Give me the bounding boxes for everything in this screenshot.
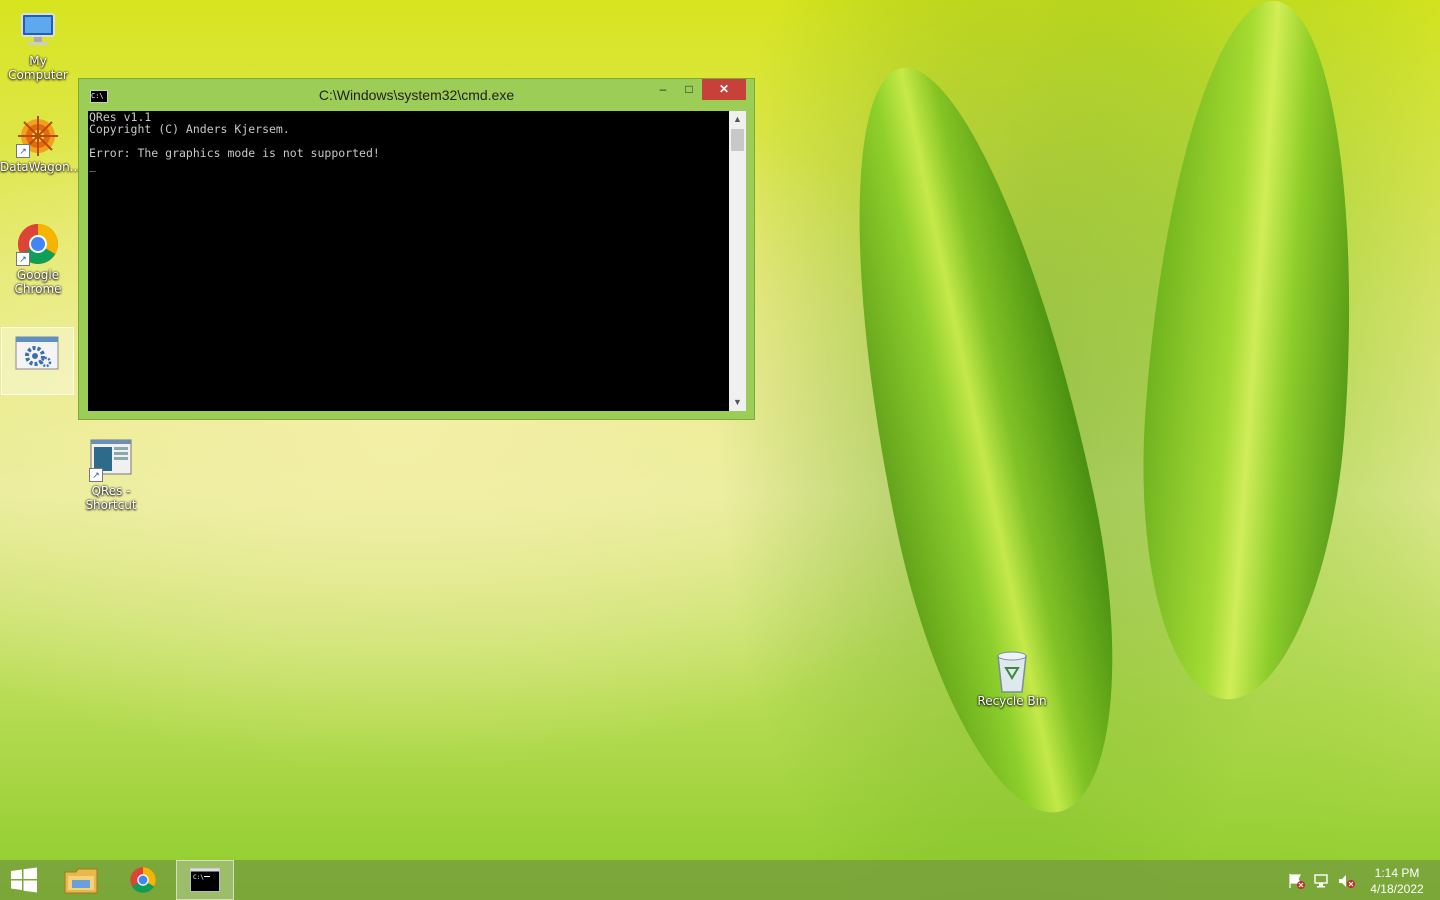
taskbar-cmd[interactable]: C:\ bbox=[176, 860, 234, 900]
scrollbar-thumb[interactable] bbox=[731, 129, 744, 151]
console-output[interactable]: QRes v1.1 Copyright (C) Anders Kjersem. … bbox=[88, 111, 729, 411]
windows-logo-icon bbox=[11, 867, 37, 893]
desktop-icon-my-computer[interactable]: My Computer bbox=[0, 8, 76, 82]
wallpaper-leaf-right bbox=[1125, 0, 1375, 707]
recycle-bin-icon bbox=[990, 648, 1034, 693]
desktop-icon-google-chrome[interactable]: ↗ Google Chrome bbox=[0, 222, 76, 296]
cmd-window[interactable]: C:\ C:\Windows\system32\cmd.exe – □ ✕ QR… bbox=[78, 78, 755, 420]
chrome-icon bbox=[130, 867, 156, 893]
volume-muted-icon bbox=[1339, 875, 1355, 888]
selected-desktop-icon[interactable] bbox=[1, 327, 74, 395]
network-icon bbox=[1314, 874, 1328, 888]
taskbar-file-explorer[interactable] bbox=[52, 860, 110, 900]
title-bar[interactable]: C:\ C:\Windows\system32\cmd.exe – □ ✕ bbox=[79, 79, 754, 111]
start-button[interactable] bbox=[0, 860, 58, 900]
taskbar-chrome[interactable] bbox=[114, 860, 172, 900]
svg-text:C:\: C:\ bbox=[193, 874, 204, 881]
file-explorer-icon bbox=[64, 868, 98, 894]
desktop-icon-label: Recycle Bin bbox=[977, 694, 1047, 708]
desktop-icon-recycle-bin[interactable]: Recycle Bin bbox=[974, 648, 1050, 708]
clock-time: 1:14 PM bbox=[1374, 866, 1420, 880]
close-button[interactable]: ✕ bbox=[702, 79, 746, 100]
datawagon-icon: ↗ bbox=[16, 114, 60, 158]
flag-alert-icon bbox=[1289, 874, 1305, 889]
qres-app-icon: ↗ bbox=[89, 438, 133, 482]
scroll-down-arrow-icon[interactable]: ▼ bbox=[729, 394, 746, 411]
monitor-icon bbox=[16, 8, 60, 52]
shortcut-arrow-icon: ↗ bbox=[16, 144, 30, 158]
console-line: Error: The graphics mode is not supporte… bbox=[89, 146, 380, 160]
desktop-icon-label: My Computer bbox=[8, 54, 68, 82]
settings-gear-icon bbox=[15, 336, 59, 377]
desktop-icon-label: QRes - Shortcut bbox=[85, 484, 137, 512]
shortcut-arrow-icon: ↗ bbox=[16, 252, 30, 266]
chrome-icon: ↗ bbox=[16, 222, 60, 266]
console-line: Copyright (C) Anders Kjersem. bbox=[89, 122, 290, 136]
wallpaper-leaf-left bbox=[803, 47, 1157, 833]
scroll-up-arrow-icon[interactable]: ▲ bbox=[729, 111, 746, 128]
desktop-icon-label: Google Chrome bbox=[14, 268, 62, 296]
maximize-button[interactable]: □ bbox=[676, 79, 702, 100]
minimize-button[interactable]: – bbox=[650, 79, 676, 100]
taskbar-clock[interactable]: 1:14 PM 4/18/2022 bbox=[1362, 865, 1432, 897]
console-cursor: _ bbox=[89, 158, 96, 172]
shortcut-arrow-icon: ↗ bbox=[89, 468, 103, 482]
desktop-icon-label: DataWagon... bbox=[0, 160, 82, 174]
cmd-icon: C:\ bbox=[190, 868, 220, 892]
desktop-icon-datawagon[interactable]: ↗ DataWagon... bbox=[0, 114, 82, 174]
desktop-icon-qres-shortcut[interactable]: ↗ QRes - Shortcut bbox=[73, 438, 149, 512]
clock-date: 4/18/2022 bbox=[1370, 882, 1424, 896]
taskbar: C:\ 1:14 PM 4/18/2022 bbox=[0, 860, 1440, 900]
vertical-scrollbar[interactable]: ▲ ▼ bbox=[729, 111, 746, 411]
